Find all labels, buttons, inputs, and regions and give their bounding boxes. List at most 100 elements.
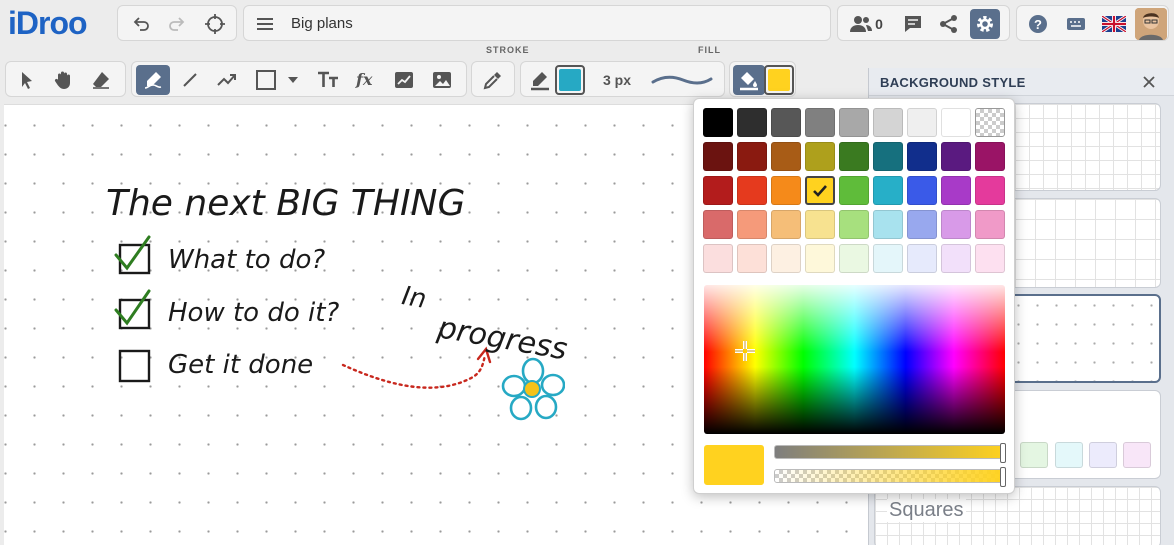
palette-swatch[interactable] (737, 176, 767, 205)
palette-swatch[interactable] (737, 142, 767, 171)
dotted-arrow[interactable] (340, 345, 500, 405)
palette-swatch[interactable] (839, 244, 869, 273)
text-tool[interactable] (313, 65, 343, 95)
eyedropper-tool[interactable] (478, 65, 508, 95)
board-title[interactable]: Big plans (291, 15, 353, 32)
palette-swatch[interactable] (907, 108, 937, 137)
palette-swatch[interactable] (737, 244, 767, 273)
palette-swatch[interactable] (737, 210, 767, 239)
checkbox-group[interactable] (112, 233, 164, 393)
task-1-label[interactable]: What to do? (168, 245, 325, 275)
saturation-slider-handle[interactable] (1000, 443, 1006, 463)
palette-swatch[interactable] (703, 108, 733, 137)
palette-swatch[interactable] (941, 176, 971, 205)
palette-swatch[interactable] (907, 176, 937, 205)
color-spectrum[interactable] (704, 285, 1005, 434)
pen-tool[interactable] (136, 65, 170, 95)
palette-swatch[interactable] (975, 108, 1005, 137)
palette-swatch[interactable] (975, 142, 1005, 171)
opacity-slider-handle[interactable] (1000, 467, 1006, 487)
palette-swatch[interactable] (771, 142, 801, 171)
palette-swatch[interactable] (805, 244, 835, 273)
palette-swatch[interactable] (873, 142, 903, 171)
palette-swatch[interactable] (805, 176, 835, 205)
palette-swatch[interactable] (873, 244, 903, 273)
arrow-tool[interactable] (212, 65, 242, 95)
bg-color-swatch-1[interactable] (1020, 442, 1048, 468)
center-view-button[interactable] (200, 9, 230, 39)
note-line-1[interactable]: In (400, 281, 429, 315)
formula-tool[interactable]: fx (350, 65, 380, 95)
help-button[interactable]: ? (1023, 9, 1053, 39)
palette-swatch[interactable] (907, 142, 937, 171)
fill-bucket-button[interactable] (733, 65, 765, 95)
flower-doodle[interactable] (501, 357, 565, 421)
line-style-button[interactable] (649, 65, 715, 95)
fill-bucket-icon (740, 72, 758, 91)
palette-swatch[interactable] (839, 210, 869, 239)
pan-tool[interactable] (49, 65, 79, 95)
panel-close-button[interactable] (1137, 70, 1161, 94)
palette-swatch[interactable] (975, 244, 1005, 273)
select-tool[interactable] (12, 65, 42, 95)
arrow-icon (217, 74, 236, 86)
palette-swatch[interactable] (805, 142, 835, 171)
user-avatar[interactable] (1135, 8, 1167, 40)
keyboard-button[interactable] (1061, 9, 1091, 39)
opacity-slider[interactable] (774, 467, 1006, 487)
line-tool[interactable] (175, 65, 205, 95)
palette-swatch[interactable] (737, 108, 767, 137)
image-tool[interactable] (427, 65, 457, 95)
palette-swatch[interactable] (941, 210, 971, 239)
bg-color-swatch-3[interactable] (1089, 442, 1117, 468)
palette-swatch[interactable] (771, 244, 801, 273)
share-button[interactable] (934, 9, 964, 39)
chevron-down-icon (288, 77, 298, 83)
menu-button[interactable] (250, 9, 280, 39)
bg-color-swatch-2[interactable] (1055, 442, 1083, 468)
settings-button[interactable] (970, 9, 1000, 39)
palette-swatch[interactable] (703, 176, 733, 205)
palette-swatch[interactable] (873, 108, 903, 137)
palette-swatch[interactable] (703, 244, 733, 273)
palette-swatch[interactable] (703, 142, 733, 171)
palette-swatch[interactable] (805, 210, 835, 239)
palette-swatch[interactable] (771, 176, 801, 205)
task-3-label[interactable]: Get it done (168, 350, 313, 380)
chat-button[interactable] (898, 9, 928, 39)
palette-swatch[interactable] (805, 108, 835, 137)
rectangle-tool[interactable] (251, 65, 281, 95)
palette-swatch[interactable] (941, 108, 971, 137)
users-button[interactable]: 0 (844, 9, 888, 39)
redo-button[interactable] (162, 9, 192, 39)
canvas-heading[interactable]: The next BIG THING (106, 183, 465, 224)
palette-swatch[interactable] (907, 210, 937, 239)
stroke-color-button[interactable] (525, 65, 555, 95)
palette-swatch[interactable] (839, 176, 869, 205)
task-2-label[interactable]: How to do it? (168, 298, 339, 328)
palette-swatch[interactable] (771, 108, 801, 137)
palette-swatch[interactable] (703, 210, 733, 239)
palette-swatch[interactable] (941, 244, 971, 273)
bg-color-swatch-4[interactable] (1123, 442, 1151, 468)
shape-dropdown[interactable] (284, 65, 302, 95)
language-button[interactable] (1099, 9, 1129, 39)
stroke-width-value[interactable]: 3 px (603, 72, 631, 88)
palette-swatch[interactable] (839, 108, 869, 137)
palette-swatch[interactable] (975, 176, 1005, 205)
palette-swatch[interactable] (839, 142, 869, 171)
palette-swatch[interactable] (907, 244, 937, 273)
stroke-color-swatch[interactable] (555, 65, 585, 95)
app-logo[interactable]: iDroo (8, 5, 88, 42)
saturation-slider[interactable] (774, 443, 1006, 463)
palette-swatch[interactable] (873, 176, 903, 205)
chart-tool[interactable] (389, 65, 419, 95)
palette-swatch[interactable] (873, 210, 903, 239)
bg-option-squares[interactable]: Squares (874, 486, 1161, 545)
palette-swatch[interactable] (975, 210, 1005, 239)
palette-swatch[interactable] (941, 142, 971, 171)
fill-color-swatch[interactable] (764, 65, 794, 95)
eraser-tool[interactable] (86, 65, 116, 95)
palette-swatch[interactable] (771, 210, 801, 239)
undo-button[interactable] (126, 9, 156, 39)
